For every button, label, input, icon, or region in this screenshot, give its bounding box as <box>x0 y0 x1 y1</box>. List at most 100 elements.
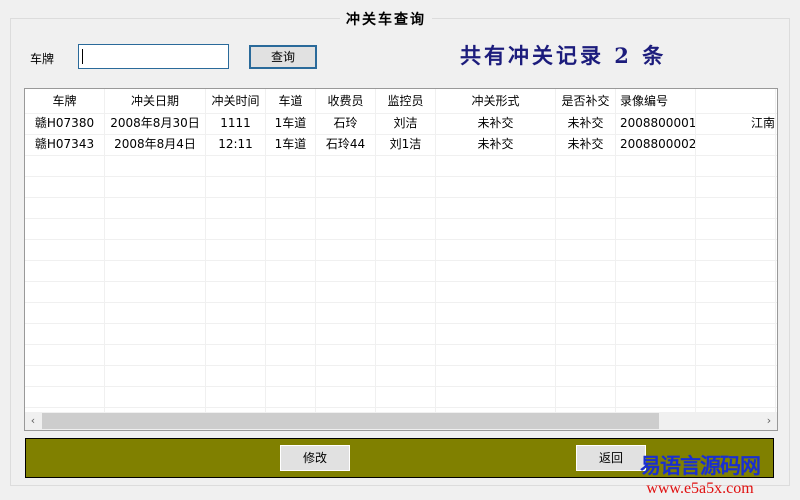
table-cell <box>266 302 316 323</box>
table-row[interactable] <box>25 281 777 303</box>
table-cell <box>376 365 436 386</box>
table-cell <box>376 176 436 197</box>
table-row[interactable]: 赣H07380 2008年8月30日 1111 1车道 石玲 刘洁 未补交 未补交 200880… <box>25 113 777 135</box>
table-row[interactable] <box>25 323 777 345</box>
table-cell <box>436 344 556 365</box>
window-title: 冲关车查询 <box>340 9 432 29</box>
table-cell <box>105 239 206 260</box>
table-cell <box>616 281 696 302</box>
table-cell <box>316 218 376 239</box>
table-cell <box>696 365 776 386</box>
table-cell <box>206 386 266 407</box>
table-cell <box>696 281 776 302</box>
scroll-left-icon[interactable]: ‹ <box>25 412 41 430</box>
table-cell <box>206 302 266 323</box>
table-cell: 石玲44 <box>316 134 376 155</box>
table-cell <box>105 260 206 281</box>
column-header[interactable]: 冲关形式 <box>436 89 556 113</box>
table-cell <box>25 386 105 407</box>
column-header[interactable]: 冲关日期 <box>105 89 206 113</box>
table-cell <box>376 218 436 239</box>
table-cell <box>436 302 556 323</box>
table-cell <box>25 344 105 365</box>
table-cell: 赣H07380 <box>25 113 105 134</box>
table-cell <box>105 218 206 239</box>
table-cell <box>316 155 376 176</box>
table-cell <box>436 281 556 302</box>
column-header[interactable]: 录像编号 <box>616 89 696 113</box>
table-cell <box>436 218 556 239</box>
table-cell <box>436 365 556 386</box>
plate-input[interactable] <box>78 44 229 69</box>
table-cell <box>266 260 316 281</box>
column-header[interactable] <box>696 89 776 113</box>
table-cell <box>316 302 376 323</box>
table-cell <box>266 218 316 239</box>
table-cell <box>105 344 206 365</box>
scrollbar-thumb[interactable] <box>42 413 659 429</box>
horizontal-scrollbar[interactable]: ‹ › <box>25 412 777 430</box>
table-row[interactable] <box>25 197 777 219</box>
back-button[interactable]: 返回 <box>576 445 646 471</box>
table-row[interactable] <box>25 365 777 387</box>
table-row[interactable] <box>25 218 777 240</box>
table-cell <box>556 155 616 176</box>
table-cell <box>696 323 776 344</box>
column-header[interactable]: 收费员 <box>316 89 376 113</box>
column-header[interactable]: 监控员 <box>376 89 436 113</box>
table-cell <box>616 197 696 218</box>
scroll-right-icon[interactable]: › <box>761 412 777 430</box>
table-cell <box>316 281 376 302</box>
table-cell <box>316 323 376 344</box>
table-cell <box>376 344 436 365</box>
table-cell <box>696 260 776 281</box>
query-button[interactable]: 查询 <box>249 45 317 69</box>
table-row[interactable] <box>25 155 777 177</box>
table-cell <box>436 239 556 260</box>
table-cell <box>376 302 436 323</box>
table-row[interactable] <box>25 239 777 261</box>
table-cell <box>266 323 316 344</box>
table-cell <box>556 323 616 344</box>
table-cell <box>266 176 316 197</box>
table-cell <box>436 260 556 281</box>
table-cell <box>25 176 105 197</box>
table-cell <box>376 323 436 344</box>
table-cell <box>376 239 436 260</box>
table-cell <box>436 386 556 407</box>
table-cell <box>266 365 316 386</box>
table-cell <box>616 386 696 407</box>
table-cell <box>25 155 105 176</box>
table-cell <box>266 155 316 176</box>
table-cell: 未补交 <box>556 113 616 134</box>
table-cell <box>25 197 105 218</box>
table-cell <box>206 197 266 218</box>
table-row[interactable] <box>25 176 777 198</box>
table-cell <box>266 344 316 365</box>
table-cell <box>696 302 776 323</box>
table-cell <box>556 239 616 260</box>
column-header[interactable]: 车牌 <box>25 89 105 113</box>
column-header[interactable]: 冲关时间 <box>206 89 266 113</box>
table-row[interactable] <box>25 386 777 408</box>
table-row[interactable] <box>25 344 777 366</box>
table-row[interactable]: 赣H07343 2008年8月4日 12:11 1车道 石玲44 刘1洁 未补交 未补交 200… <box>25 134 777 156</box>
table-cell <box>696 239 776 260</box>
table-cell: 未补交 <box>436 113 556 134</box>
table-cell <box>25 302 105 323</box>
table-cell: 1车道 <box>266 113 316 134</box>
table-cell <box>316 260 376 281</box>
column-header[interactable]: 是否补交 <box>556 89 616 113</box>
table-cell <box>25 281 105 302</box>
table-cell: 1111 <box>206 113 266 134</box>
table-cell <box>616 155 696 176</box>
table-cell <box>556 218 616 239</box>
table-cell: 刘洁 <box>376 113 436 134</box>
table-row[interactable] <box>25 302 777 324</box>
watermark-line1: 易语言源码网 <box>640 453 761 478</box>
table-cell <box>105 302 206 323</box>
table-cell <box>316 344 376 365</box>
modify-button[interactable]: 修改 <box>280 445 350 471</box>
table-row[interactable] <box>25 260 777 282</box>
column-header[interactable]: 车道 <box>266 89 316 113</box>
